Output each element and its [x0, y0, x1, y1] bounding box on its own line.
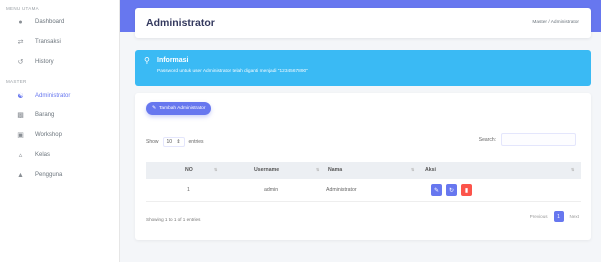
search-label: Search:: [478, 136, 496, 143]
entries-select[interactable]: 10 ⇕: [162, 137, 185, 147]
info-alert: ⚲ Informasi Password untuk user Administ…: [135, 50, 591, 86]
sidebar: MENU UTAMA ● Dashboard ⇄ Transaksi ↺ His…: [0, 0, 120, 262]
entries-length-control: Show 10 ⇕ entries: [146, 137, 204, 147]
class-icon: ▵: [18, 152, 23, 159]
show-label: Show: [146, 139, 159, 145]
table-info: Showing 1 to 1 of 1 entries: [146, 217, 201, 222]
cell-username: admin: [264, 187, 279, 193]
user-icon: ▲: [17, 171, 24, 179]
sidebar-item-history[interactable]: ↺ History: [0, 53, 120, 71]
sort-icon: ⇅: [411, 167, 415, 172]
column-header-aksi[interactable]: Aksi: [425, 167, 436, 173]
lightbulb-icon: ⚲: [144, 56, 150, 65]
table-row: 1 admin Administrator ✎ ↻ ▮: [146, 179, 581, 202]
refresh-icon: ↻: [448, 187, 455, 194]
alert-title: Informasi: [157, 57, 189, 64]
entries-label: entries: [188, 139, 204, 145]
cell-no: 1: [187, 187, 190, 193]
trash-icon: ▮: [464, 187, 469, 194]
edit-icon: ✎: [152, 106, 157, 111]
users-icon: ☯: [17, 93, 24, 100]
section-header: Administrator Master / Administrator: [135, 8, 591, 38]
add-administrator-label: Tambah Administrator: [159, 106, 206, 111]
sidebar-item-administrator[interactable]: ☯ Administrator: [0, 87, 120, 105]
delete-button[interactable]: ▮: [461, 184, 472, 196]
reset-password-button[interactable]: ↻: [446, 184, 457, 196]
add-administrator-button[interactable]: ✎ Tambah Administrator: [146, 102, 212, 115]
page-1-button[interactable]: 1: [553, 211, 564, 222]
column-header-nama[interactable]: Nama: [328, 167, 342, 173]
edit-button[interactable]: ✎: [431, 184, 442, 196]
boxes-icon: ▩: [17, 112, 24, 119]
sidebar-item-label: Transaksi: [35, 39, 61, 45]
cell-nama: Administrator: [326, 187, 357, 193]
sidebar-item-transaksi[interactable]: ⇄ Transaksi: [0, 33, 120, 51]
sort-icon: ⇅: [214, 167, 218, 172]
sidebar-item-label: History: [35, 59, 54, 65]
sidebar-item-label: Kelas: [35, 152, 51, 158]
sidebar-item-pengguna[interactable]: ▲ Pengguna: [0, 166, 120, 184]
sidebar-item-label: Dashboard: [35, 19, 65, 25]
fire-icon: ●: [18, 18, 23, 26]
table-header: NO ⇅ Username ⇅ Nama ⇅ Aksi ⇅: [146, 162, 581, 179]
section-title-master: MASTER: [6, 79, 27, 84]
sort-icon: ⇅: [571, 167, 575, 172]
sidebar-item-label: Workshop: [35, 132, 62, 138]
workshop-icon: ▣: [17, 132, 24, 139]
pencil-icon: ✎: [433, 187, 440, 194]
sidebar-item-label: Pengguna: [35, 172, 63, 178]
search-input[interactable]: [501, 133, 576, 146]
next-button[interactable]: Next: [570, 214, 579, 219]
previous-button[interactable]: Previous: [530, 214, 548, 219]
table-search: Search:: [479, 133, 576, 146]
admin-table-card: ✎ Tambah Administrator Show 10 ⇕ entries…: [135, 93, 591, 240]
chevron-updown-icon: ⇕: [176, 139, 181, 145]
column-header-username[interactable]: Username: [254, 167, 279, 173]
alert-message: Password untuk user Administrator telah …: [157, 69, 308, 74]
page-title: Administrator: [146, 17, 215, 29]
sidebar-item-barang[interactable]: ▩ Barang: [0, 106, 120, 124]
sidebar-item-label: Barang: [35, 112, 55, 118]
exchange-icon: ⇄: [17, 39, 24, 46]
sidebar-item-kelas[interactable]: ▵ Kelas: [0, 146, 120, 164]
sort-icon: ⇅: [316, 167, 320, 172]
breadcrumb: Master / Administrator: [532, 20, 579, 25]
pagination: Previous 1 Next: [530, 211, 579, 222]
section-title-main: MENU UTAMA: [6, 6, 39, 11]
sidebar-item-dashboard[interactable]: ● Dashboard: [0, 13, 120, 31]
history-icon: ↺: [17, 59, 24, 66]
column-header-no[interactable]: NO: [185, 167, 193, 173]
sidebar-item-workshop[interactable]: ▣ Workshop: [0, 126, 120, 144]
entries-value: 10: [166, 139, 173, 145]
sidebar-item-label: Administrator: [35, 93, 71, 99]
